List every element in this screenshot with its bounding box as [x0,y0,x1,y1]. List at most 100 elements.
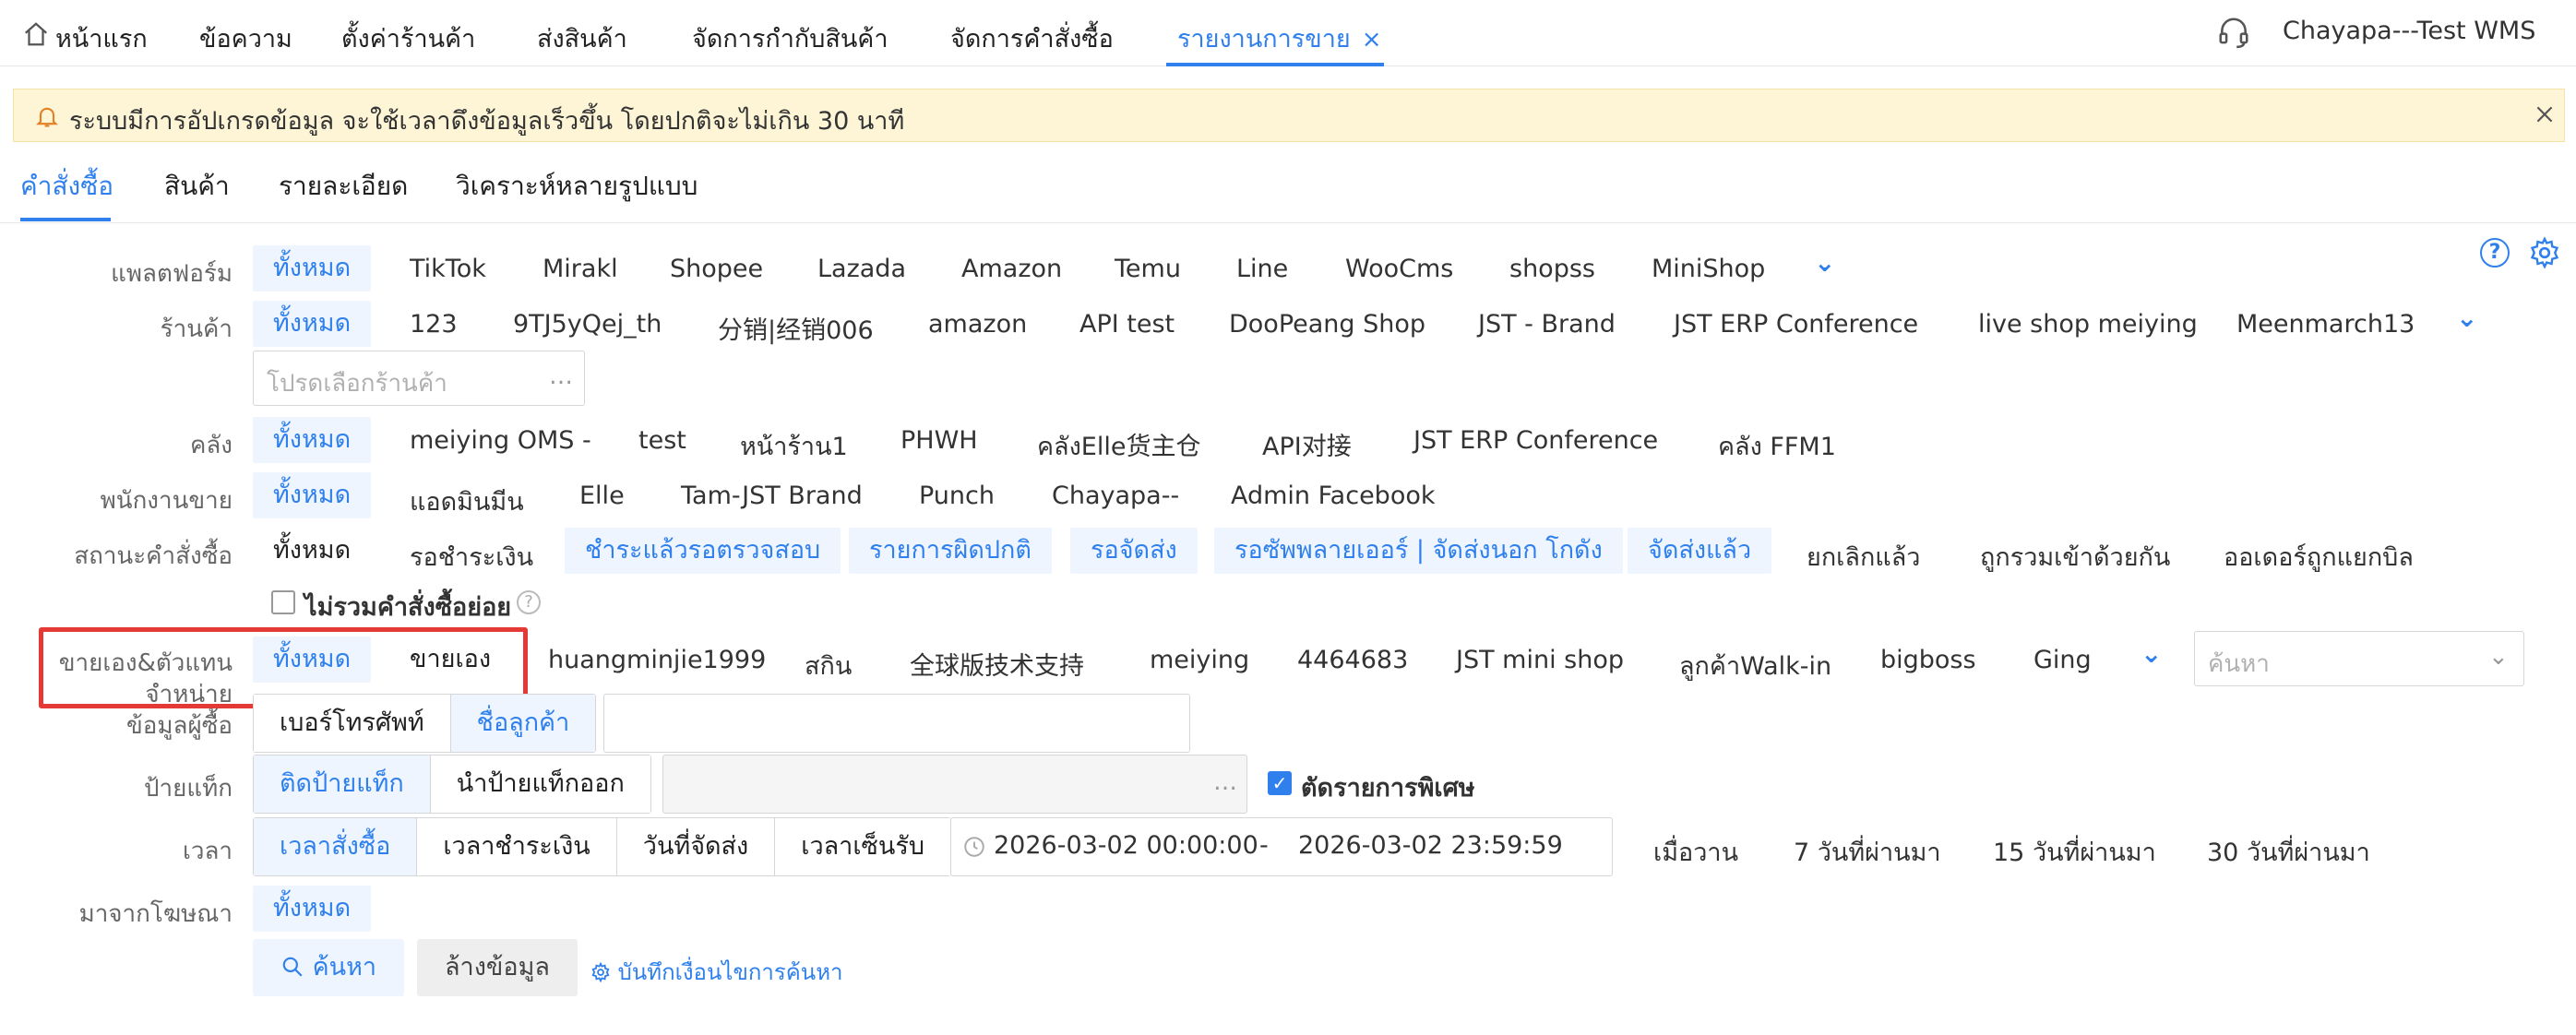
platform-amazon[interactable]: Amazon [961,255,1062,283]
search-button[interactable]: ค้นหา [253,939,405,996]
buyer-info-input[interactable] [603,694,1190,753]
close-icon[interactable] [2533,102,2557,130]
order-status-cancelled[interactable]: ยกเลิกแล้ว [1807,537,1920,577]
tab-messages[interactable]: ข้อความ [199,18,292,58]
shop-live-shop-meiying[interactable]: live shop meiying [1978,310,2198,339]
tab-shop-settings[interactable]: ตั้งค่าร้านค้า [341,18,475,58]
shop-jst-erp-conference[interactable]: JST ERP Conference [1674,310,1918,339]
exclude-sub-orders-checkbox[interactable] [271,590,295,614]
warehouse-phwh[interactable]: PHWH [900,426,978,455]
subtab-products[interactable]: สินค้า [164,166,230,207]
buyer-name-segment[interactable]: ชื่อลูกค้า [450,695,596,752]
tab-sales-report[interactable]: รายงานการขาย × [1177,18,1382,58]
question-icon[interactable]: ? [517,590,541,614]
order-status-supplier-external[interactable]: รอซัพพลายเออร์ | จัดส่งนอก โกดัง [1214,528,1623,574]
quick-last-7-days[interactable]: 7 วันที่ผ่านมา [1794,832,1941,872]
salesperson-admin-meen[interactable]: แอดมินมีน [410,482,524,521]
subtab-multi-analysis[interactable]: วิเคราะห์หลายรูปแบบ [456,166,698,207]
salesperson-chayapa[interactable]: Chayapa-- [1052,482,1179,510]
close-tab-icon[interactable]: × [1362,26,1382,54]
order-status-pending-payment[interactable]: รอชำระเงิน [410,537,533,577]
order-status-paid-pending-review[interactable]: ชำระแล้วรอตรวจสอบ [565,528,841,574]
shop-jst-brand[interactable]: JST - Brand [1478,310,1616,339]
ad-source-all[interactable]: ทั้งหมด [253,886,372,932]
tab-shipping[interactable]: ส่งสินค้า [537,18,627,58]
question-icon[interactable]: ? [2480,238,2510,268]
shop-amazon[interactable]: amazon [928,310,1027,339]
platform-minishop[interactable]: MiniShop [1652,255,1765,283]
date-start[interactable]: 2026-03-02 00:00:00 [994,831,1258,860]
quick-last-30-days[interactable]: 30 วันที่ผ่านมา [2207,832,2370,872]
expand-shops-icon[interactable]: ⌄ [2456,303,2477,333]
platform-all[interactable]: ทั้งหมด [253,245,372,291]
tab-product-management[interactable]: จัดการกำกับสินค้า [692,18,888,58]
platform-temu[interactable]: Temu [1115,255,1181,283]
self-agent-jst-mini-shop[interactable]: JST mini shop [1456,646,1624,674]
self-agent-walk-in[interactable]: ลูกค้าWalk-in [1679,646,1831,685]
order-status-pending-shipment[interactable]: รอจัดส่ง [1070,528,1198,574]
remove-tag-segment[interactable]: นำป้ายแท็กออก [430,755,650,813]
self-agent-meiying[interactable]: meiying [1150,646,1249,674]
subtab-details[interactable]: รายละเอียด [279,166,408,207]
self-agent-4464683[interactable]: 4464683 [1297,646,1408,674]
order-status-split-bill[interactable]: ออเดอร์ถูกแยกบิล [2224,537,2414,577]
self-agent-ging[interactable]: Ging [2033,646,2092,674]
self-agent-self-sale[interactable]: ขายเอง [389,636,511,683]
date-range-picker[interactable]: 2026-03-02 00:00:00 - 2026-03-02 23:59:5… [950,817,1613,876]
shop-all[interactable]: ทั้งหมด [253,301,372,347]
salesperson-punch[interactable]: Punch [919,482,995,510]
shop-9tj5yqej[interactable]: 9TJ5yQej_th [513,310,662,339]
self-agent-bigboss[interactable]: bigboss [1880,646,1976,674]
expand-agents-icon[interactable]: ⌄ [2141,638,2162,669]
self-agent-huangminjie1999[interactable]: huangminjie1999 [548,646,766,674]
shop-meenmarch13[interactable]: Meenmarch13 [2236,310,2415,339]
headset-icon[interactable] [2216,15,2251,54]
salesperson-tam-jst-brand[interactable]: Tam-JST Brand [681,482,863,510]
shop-123[interactable]: 123 [410,310,458,339]
platform-lazada[interactable]: Lazada [817,255,906,283]
user-name[interactable]: Chayapa---Test WMS [2283,17,2535,45]
warehouse-storefront-1[interactable]: หน้าร้าน1 [740,426,848,466]
platform-line[interactable]: Line [1236,255,1288,283]
ship-date-segment[interactable]: วันที่จัดส่ง [616,818,776,875]
shop-doopeang[interactable]: DooPeang Shop [1229,310,1425,339]
order-status-all[interactable]: ทั้งหมด [253,528,371,574]
platform-shopee[interactable]: Shopee [670,255,763,283]
shop-select-input[interactable]: โปรดเลือกร้านค้า … [253,351,585,406]
self-agent-all[interactable]: ทั้งหมด [253,636,372,683]
save-condition-link[interactable]: บันทึกเงื่อนไขการค้นหา [590,954,843,990]
warehouse-api[interactable]: API对接 [1262,426,1352,462]
agent-search-select[interactable]: ค้นหา ⌄ [2194,631,2524,686]
warehouse-test[interactable]: test [638,426,686,455]
platform-tiktok[interactable]: TikTok [410,255,486,283]
order-status-abnormal[interactable]: รายการผิดปกติ [849,528,1052,574]
add-tag-segment[interactable]: ติดป้ายแท็ก [254,755,431,813]
warehouse-all[interactable]: ทั้งหมด [253,417,372,463]
tab-home[interactable]: หน้าแรก [55,18,148,58]
clear-button[interactable]: ล้างข้อมูล [417,939,578,996]
quick-yesterday[interactable]: เมื่อวาน [1653,832,1738,872]
date-end[interactable]: 2026-03-02 23:59:59 [1298,831,1563,860]
salesperson-admin-facebook[interactable]: Admin Facebook [1231,482,1436,510]
shop-api-test[interactable]: API test [1079,310,1175,339]
tab-order-management[interactable]: จัดการคำสั่งซื้อ [950,18,1114,58]
shop-distribution-006[interactable]: 分销|经销006 [718,310,874,346]
self-agent-skin[interactable]: สกิน [805,646,852,685]
order-time-segment[interactable]: เวลาสั่งซื้อ [254,818,418,875]
warehouse-jst-erp-conference[interactable]: JST ERP Conference [1413,426,1658,455]
buyer-phone-segment[interactable]: เบอร์โทรศัพท์ [254,695,451,752]
expand-platforms-icon[interactable]: ⌄ [1814,247,1835,278]
warehouse-meiying-oms[interactable]: meiying OMS - [410,426,591,455]
salesperson-elle[interactable]: Elle [579,482,625,510]
sign-time-segment[interactable]: เวลาเซ็นรับ [775,818,950,875]
home-icon[interactable] [22,20,50,52]
warehouse-elle[interactable]: คลังElle货主仓 [1037,426,1200,466]
special-items-checkbox[interactable]: ✓ [1268,771,1292,795]
salesperson-all[interactable]: ทั้งหมด [253,472,372,518]
platform-woocms[interactable]: WooCms [1345,255,1453,283]
gear-icon[interactable] [2528,236,2561,273]
order-status-shipped[interactable]: จัดส่งแล้ว [1628,528,1772,574]
platform-shopss[interactable]: shopss [1509,255,1595,283]
warehouse-ffm1[interactable]: คลัง FFM1 [1718,426,1836,466]
payment-time-segment[interactable]: เวลาชำระเงิน [417,818,617,875]
